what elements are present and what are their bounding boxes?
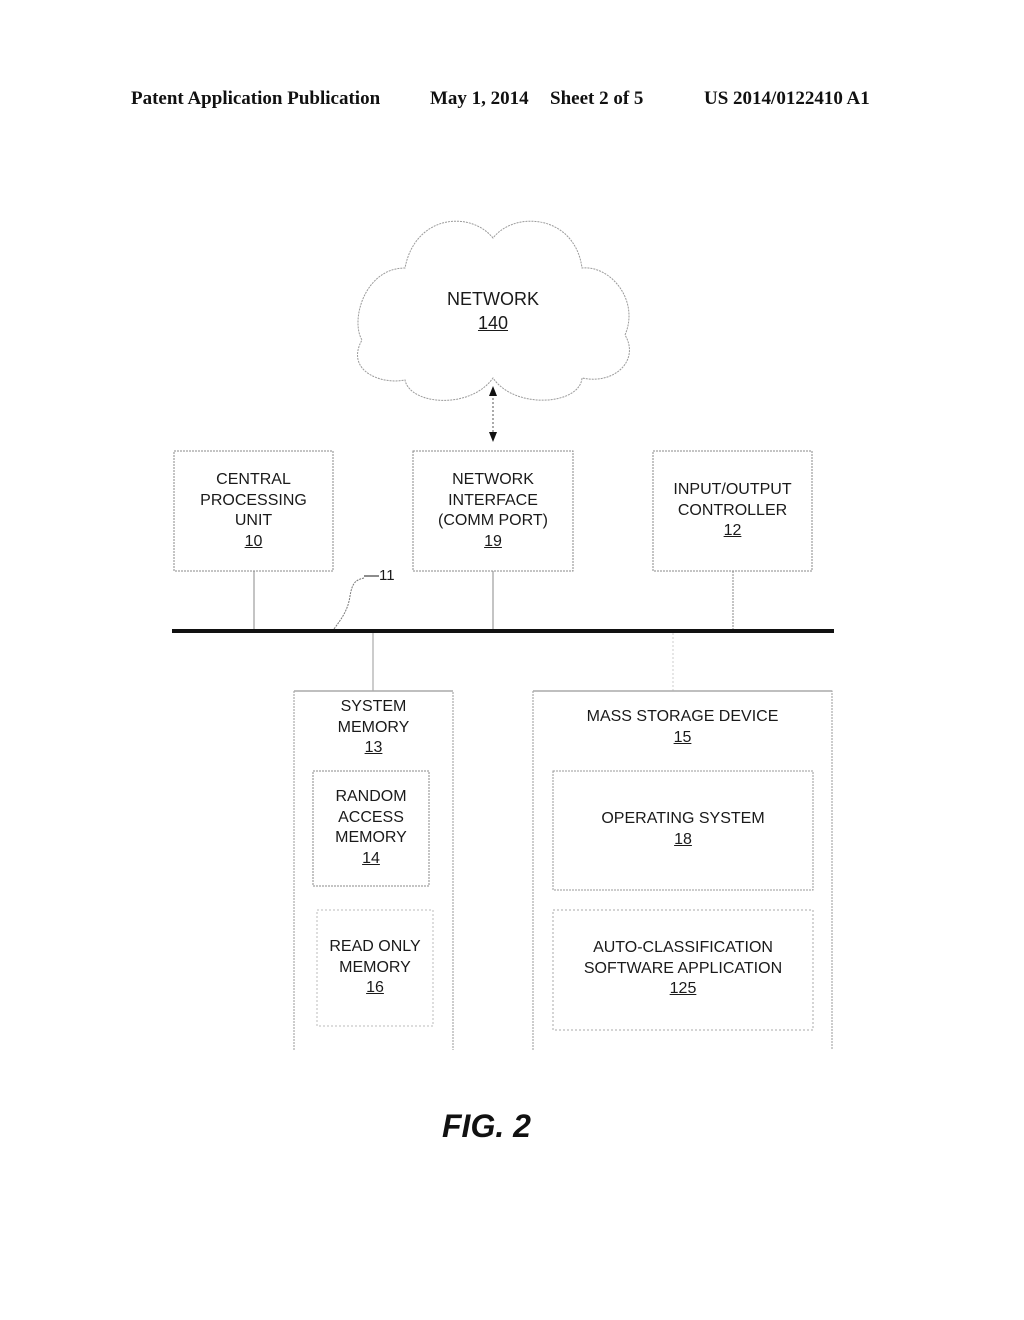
app-ref: 125	[669, 980, 697, 997]
sysmem-ref: 13	[364, 739, 383, 756]
rom-line: MEMORY	[339, 958, 411, 976]
mass-storage-label: MASS STORAGE DEVICE 15	[533, 707, 832, 748]
rom-ref: 16	[366, 979, 384, 996]
nic-label: NETWORK INTERFACE (COMM PORT) 19	[413, 470, 573, 552]
bus-ref-label: —11	[364, 567, 395, 584]
mass-storage-ref: 15	[673, 728, 692, 746]
os-label: OPERATING SYSTEM 18	[553, 809, 813, 850]
rom-label: READ ONLY MEMORY 16	[317, 937, 433, 999]
cpu-line: PROCESSING	[200, 491, 307, 509]
os-line: OPERATING SYSTEM	[601, 810, 765, 827]
io-ref: 12	[723, 522, 742, 539]
cpu-ref: 10	[244, 532, 263, 550]
ram-line: RANDOM	[335, 788, 407, 805]
nic-line: NETWORK	[452, 471, 534, 488]
sysmem-line: MEMORY	[337, 718, 410, 736]
figure-label: FIG. 2	[442, 1108, 531, 1144]
io-line: CONTROLLER	[677, 501, 788, 519]
ram-ref: 14	[362, 849, 380, 867]
os-ref: 18	[674, 830, 692, 848]
sysmem-label: SYSTEM MEMORY 13	[294, 697, 453, 759]
ram-line: ACCESS	[338, 808, 404, 826]
app-line: AUTO-CLASSIFICATION	[593, 939, 773, 956]
io-line: INPUT/OUTPUT	[673, 481, 792, 498]
nic-ref: 19	[484, 532, 502, 550]
rom-line: READ ONLY	[329, 938, 421, 955]
bus-leader-line	[333, 577, 365, 630]
network-name: NETWORK	[447, 289, 539, 309]
sysmem-line: SYSTEM	[340, 698, 407, 715]
ram-line: MEMORY	[335, 829, 407, 846]
ram-label: RANDOM ACCESS MEMORY 14	[313, 787, 429, 869]
cpu-line: CENTRAL	[216, 471, 291, 488]
cpu-line: UNIT	[234, 512, 273, 529]
nic-line: INTERFACE	[448, 491, 538, 509]
network-label: NETWORK 140	[413, 287, 573, 335]
app-label: AUTO-CLASSIFICATION SOFTWARE APPLICATION…	[553, 938, 813, 1000]
io-label: INPUT/OUTPUT CONTROLLER 12	[653, 480, 812, 542]
nic-line: (COMM PORT)	[438, 512, 548, 529]
arrow-up-icon	[489, 386, 497, 396]
mass-storage-line: MASS STORAGE DEVICE	[586, 708, 779, 725]
app-line: SOFTWARE APPLICATION	[583, 959, 783, 977]
arrow-down-icon	[489, 432, 497, 442]
network-ref: 140	[477, 313, 509, 333]
cpu-label: CENTRAL PROCESSING UNIT 10	[174, 470, 333, 552]
